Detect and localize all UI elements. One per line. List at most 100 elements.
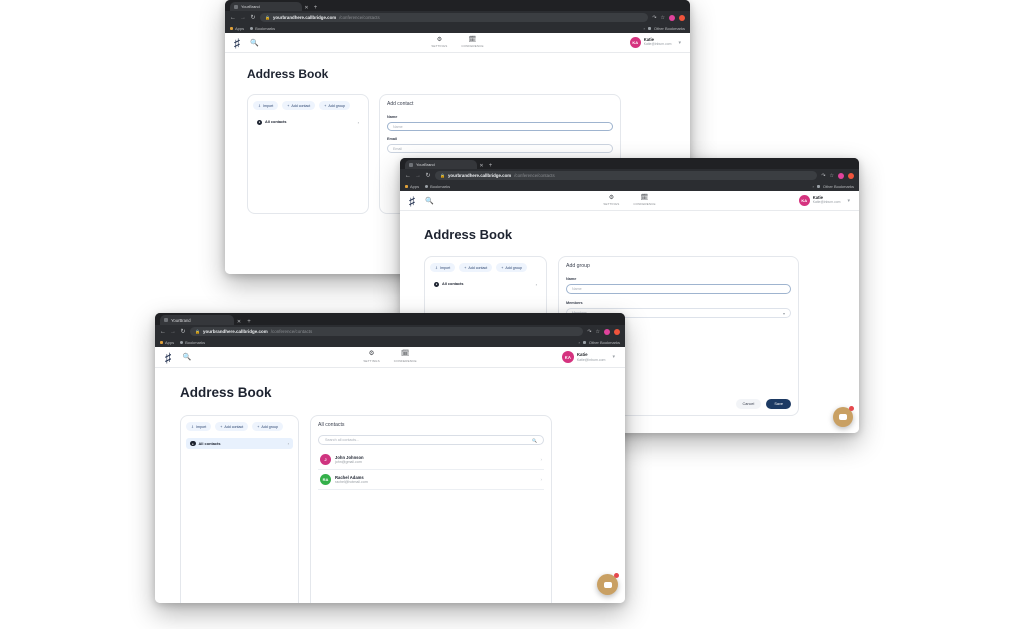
contact-list-item[interactable]: J John Johnson john@gmail.com ›: [318, 450, 544, 470]
nav-item-conference[interactable]: 🗓 Conference: [633, 195, 655, 206]
chat-widget-button[interactable]: [597, 573, 619, 595]
import-button[interactable]: ⇩ Import: [430, 263, 456, 272]
hash-logo-icon[interactable]: ♯: [409, 195, 415, 207]
star-icon[interactable]: ☆: [830, 173, 834, 179]
add-contact-button[interactable]: + Add contact: [459, 263, 493, 272]
tab-close-icon[interactable]: ✕: [234, 319, 244, 325]
chevron-down-icon[interactable]: ▾: [612, 354, 615, 360]
sidebar-item-all-contacts[interactable]: ● All contacts ›: [430, 279, 541, 289]
star-icon[interactable]: ☆: [661, 15, 665, 21]
reload-icon[interactable]: ↻: [425, 172, 431, 179]
search-icon[interactable]: 🔍: [425, 197, 434, 205]
chevron-right-icon[interactable]: ›: [541, 477, 543, 482]
star-icon[interactable]: ☆: [596, 329, 600, 335]
other-bookmarks[interactable]: › Other Bookmarks: [579, 340, 620, 345]
profile-avatar-icon[interactable]: [838, 172, 844, 179]
search-icon[interactable]: 🔍: [532, 438, 537, 443]
nav-item-settings[interactable]: ⚙ Settings: [603, 195, 619, 206]
bookmark-overflow-icon[interactable]: ›: [644, 26, 645, 31]
sidebar-item-all-contacts[interactable]: ● All contacts ›: [186, 438, 293, 449]
bookmark-bookmarks[interactable]: Bookmarks: [250, 26, 275, 31]
user-menu[interactable]: KA Katie Katie@inbum.com ▾: [561, 351, 615, 363]
reload-icon[interactable]: ↻: [250, 14, 256, 21]
add-group-button[interactable]: + Add group: [252, 422, 283, 431]
nav-item-settings[interactable]: ⚙ Settings: [363, 350, 379, 362]
tab-strip[interactable]: YourBrand ✕ +: [400, 158, 859, 169]
tab-close-icon[interactable]: ✕: [477, 163, 486, 169]
bookmark-bookmarks[interactable]: Bookmarks: [180, 340, 205, 345]
group-name-input[interactable]: Name: [566, 284, 791, 294]
bookmark-apps[interactable]: Apps: [405, 184, 419, 189]
user-menu[interactable]: KA Katie Katie@inbum.com ▾: [629, 37, 681, 48]
forward-icon[interactable]: →: [170, 329, 176, 335]
profile-avatar-icon[interactable]: [669, 14, 675, 21]
add-group-button[interactable]: + Add group: [496, 263, 527, 272]
import-button[interactable]: ⇩ Import: [253, 101, 279, 110]
browser-tab[interactable]: YourBrand: [405, 160, 477, 169]
nav-item-conference[interactable]: 🗓 Conference: [461, 37, 483, 48]
nav-item-conference[interactable]: 🗓 Conference: [394, 350, 417, 362]
chat-widget-button[interactable]: [833, 406, 854, 427]
browser-tab[interactable]: YourBrand: [160, 315, 234, 325]
tab-strip[interactable]: YourBrand ✕ +: [225, 0, 690, 11]
profile-avatar-icon[interactable]: [604, 328, 610, 335]
groups-panel: ⇩ Import + Add contact + Add group ● All…: [247, 94, 369, 214]
other-bookmarks[interactable]: › Other Bookmarks: [813, 184, 854, 189]
share-icon[interactable]: ↷: [652, 15, 656, 21]
nav-item-settings[interactable]: ⚙ Settings: [431, 37, 447, 48]
chevron-right-icon[interactable]: ›: [541, 457, 543, 462]
import-button[interactable]: ⇩ Import: [186, 422, 212, 431]
forward-icon[interactable]: →: [240, 15, 246, 21]
back-icon[interactable]: ←: [160, 329, 166, 335]
cancel-button[interactable]: Cancel: [735, 399, 762, 409]
reload-icon[interactable]: ↻: [180, 328, 186, 335]
email-input[interactable]: Email: [387, 144, 613, 153]
share-icon[interactable]: ↷: [587, 329, 591, 335]
bookmark-apps[interactable]: Apps: [230, 26, 244, 31]
save-button[interactable]: Save: [766, 399, 791, 409]
bookmarks-bar: Apps Bookmarks › Other Bookmarks: [225, 24, 690, 33]
new-tab-icon[interactable]: +: [311, 5, 320, 11]
add-contact-button[interactable]: + Add contact: [215, 422, 249, 431]
bookmark-overflow-icon[interactable]: ›: [579, 340, 580, 345]
new-tab-icon[interactable]: +: [486, 163, 495, 169]
user-email: Katie@inbum.com: [576, 357, 606, 362]
other-bookmarks[interactable]: › Other Bookmarks: [644, 26, 685, 31]
add-contact-button[interactable]: + Add contact: [282, 101, 316, 110]
add-group-button[interactable]: + Add group: [319, 101, 350, 110]
app-top-bar: ♯ 🔍 ⚙ Settings 🗓 Conference KA Katie Kat…: [225, 33, 690, 53]
back-icon[interactable]: ←: [405, 173, 411, 179]
sidebar-item-all-contacts[interactable]: ● All contacts ›: [253, 117, 363, 127]
avatar: J: [320, 454, 331, 465]
forward-icon[interactable]: →: [415, 173, 421, 179]
hash-logo-icon[interactable]: ♯: [234, 37, 240, 49]
tab-close-icon[interactable]: ✕: [302, 5, 311, 11]
user-menu[interactable]: KA Katie Katie@inbum.com ▾: [798, 195, 850, 206]
search-icon[interactable]: 🔍: [250, 39, 259, 47]
name-input[interactable]: Name: [387, 122, 613, 131]
back-icon[interactable]: ←: [230, 15, 236, 21]
address-bar[interactable]: 🔒 yourbrandhere.callbridge.com /conferen…: [190, 327, 584, 336]
tab-strip[interactable]: YourBrand ✕ +: [155, 313, 625, 325]
share-icon[interactable]: ↷: [821, 173, 825, 179]
kebab-menu-icon[interactable]: [848, 172, 854, 179]
browser-window-all-contacts[interactable]: YourBrand ✕ + ← → ↻ 🔒 yourbrandhere.call…: [155, 313, 625, 603]
address-bar[interactable]: 🔒 yourbrandhere.callbridge.com /conferen…: [435, 171, 818, 180]
kebab-menu-icon[interactable]: [679, 14, 685, 21]
avatar: RA: [320, 474, 331, 485]
chevron-down-icon[interactable]: ▾: [678, 40, 681, 46]
bookmark-overflow-icon[interactable]: ›: [813, 184, 814, 189]
search-contacts-input[interactable]: Search all contacts... 🔍: [318, 435, 544, 445]
hash-logo-icon[interactable]: ♯: [165, 351, 172, 364]
bookmark-apps[interactable]: Apps: [160, 340, 174, 345]
nav-label: Conference: [633, 202, 656, 206]
kebab-menu-icon[interactable]: [614, 328, 620, 335]
chevron-down-icon[interactable]: ▾: [847, 198, 850, 204]
new-tab-icon[interactable]: +: [244, 319, 254, 325]
address-bar[interactable]: 🔒 yourbrandhere.callbridge.com /conferen…: [260, 13, 649, 22]
search-icon[interactable]: 🔍: [183, 353, 192, 361]
browser-tab[interactable]: YourBrand: [230, 2, 302, 11]
bookmark-bookmarks[interactable]: Bookmarks: [425, 184, 450, 189]
contact-list-item[interactable]: RA Rachel Adams rachel@hotmail.com ›: [318, 470, 544, 490]
chevron-down-icon[interactable]: ▾: [783, 311, 785, 316]
